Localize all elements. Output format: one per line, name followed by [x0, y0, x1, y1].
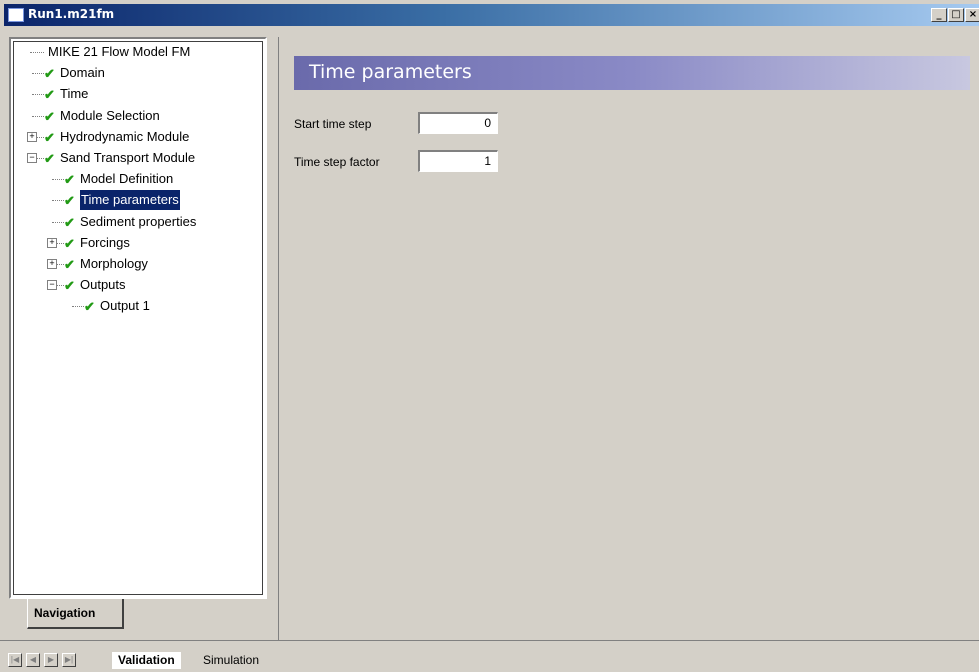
tree-item-label: Sand Transport Module	[60, 150, 196, 165]
tree-item[interactable]: + ✔ Morphology	[14, 254, 262, 274]
tree-content: MIKE 21 Flow Model FM ✔ Domain ✔ Time ✔ Module…	[13, 41, 263, 595]
last-sheet-button[interactable]: ▶|	[62, 653, 76, 667]
collapse-icon[interactable]: −	[47, 280, 57, 291]
tree-item-label: Morphology	[80, 256, 148, 271]
tree-connector	[52, 179, 64, 181]
tree-connector	[30, 52, 44, 53]
previous-sheet-button[interactable]: ◀	[26, 653, 40, 667]
tree-item[interactable]: − ✔ Outputs	[14, 275, 262, 295]
time-step-factor-label: Time step factor	[294, 155, 380, 169]
title-bar[interactable]: Run1.m21fm _ □ ×	[4, 4, 979, 26]
tree-connector	[52, 200, 64, 202]
tree-item-label: Outputs	[80, 277, 126, 293]
checkmark-icon: ✔	[64, 257, 75, 272]
tree-item[interactable]: MIKE 21 Flow Model FM	[14, 42, 262, 62]
tree-connector	[72, 306, 84, 308]
tree-connector	[32, 73, 44, 75]
tree-item-label: Time	[60, 86, 89, 102]
tree-connector	[32, 115, 44, 117]
start-time-step-label: Start time step	[294, 117, 372, 131]
tree-item[interactable]: ✔ Time parameters	[14, 189, 262, 212]
start-time-step-input[interactable]: 0	[418, 112, 498, 134]
navigation-tree[interactable]: MIKE 21 Flow Model FM ✔ Domain ✔ Time ✔ Module…	[9, 37, 267, 599]
checkmark-icon: ✔	[44, 87, 55, 103]
sheet-tab-bar: |◀ ◀ ▶ ▶| Validation Simulation	[0, 640, 979, 672]
first-sheet-button[interactable]: |◀	[8, 653, 22, 667]
section-header: Time parameters	[294, 56, 970, 90]
tree-item-label: MIKE 21 Flow Model FM	[48, 44, 191, 59]
checkmark-icon: ✔	[44, 108, 55, 124]
maximize-button[interactable]: □	[948, 8, 964, 22]
page-title: Time parameters	[309, 61, 472, 83]
tree-item-label: Output 1	[100, 298, 150, 314]
tree-item[interactable]: ✔ Output 1	[14, 296, 262, 316]
tab-validation[interactable]: Validation	[112, 652, 181, 669]
tab-navigation[interactable]: Navigation	[27, 599, 124, 629]
minimize-button[interactable]: _	[931, 8, 947, 22]
tree-item[interactable]: ✔ Domain	[14, 63, 262, 83]
tree-item[interactable]: − ✔ Sand Transport Module	[14, 148, 262, 168]
panel-splitter[interactable]	[272, 37, 279, 640]
navigation-panel: MIKE 21 Flow Model FM ✔ Domain ✔ Time ✔ Module…	[9, 37, 269, 640]
tree-connector	[32, 94, 44, 96]
tree-item-label: Time parameters	[79, 189, 181, 212]
expand-icon[interactable]: +	[47, 237, 57, 248]
checkmark-icon: ✔	[64, 235, 75, 251]
tree-item-label: Sediment properties	[80, 213, 197, 229]
checkmark-icon: ✔	[64, 172, 75, 188]
checkmark-icon: ✔	[64, 193, 75, 209]
tree-item-label: Domain	[60, 65, 105, 81]
expand-icon[interactable]: +	[47, 259, 57, 269]
tree-item-label: Forcings	[80, 234, 130, 250]
tree-item[interactable]: ✔ Model Definition	[14, 169, 262, 189]
next-sheet-button[interactable]: ▶	[44, 653, 58, 667]
window-icon	[8, 8, 24, 22]
tab-simulation[interactable]: Simulation	[197, 652, 265, 669]
checkmark-icon: ✔	[64, 214, 75, 230]
time-step-factor-input[interactable]: 1	[418, 150, 498, 172]
close-button[interactable]: ×	[965, 8, 979, 22]
application-window: Run1.m21fm _ □ × MIKE 21 Flow Model FM ✔ D…	[0, 0, 979, 672]
tree-item[interactable]: ✔ Module Selection	[14, 106, 262, 126]
checkmark-icon: ✔	[84, 299, 95, 315]
editor-pane: Time parameters Start time step 0 Time s…	[279, 37, 979, 640]
tree-item[interactable]: ✔ Time	[14, 84, 262, 104]
checkmark-icon: ✔	[44, 151, 55, 166]
checkmark-icon: ✔	[44, 66, 55, 82]
tree-item-label: Model Definition	[80, 171, 174, 187]
expand-icon[interactable]: +	[27, 131, 37, 142]
tree-item-label: Module Selection	[60, 107, 160, 123]
tree-item[interactable]: + ✔ Forcings	[14, 233, 262, 253]
tree-item[interactable]: ✔ Sediment properties	[14, 212, 262, 232]
collapse-icon[interactable]: −	[27, 153, 37, 163]
checkmark-icon: ✔	[44, 129, 55, 145]
tree-item-label: Hydrodynamic Module	[60, 128, 190, 144]
tree-item[interactable]: + ✔ Hydrodynamic Module	[14, 127, 262, 147]
checkmark-icon: ✔	[64, 278, 75, 294]
tree-connector	[52, 221, 64, 223]
window-title: Run1.m21fm	[28, 7, 115, 21]
